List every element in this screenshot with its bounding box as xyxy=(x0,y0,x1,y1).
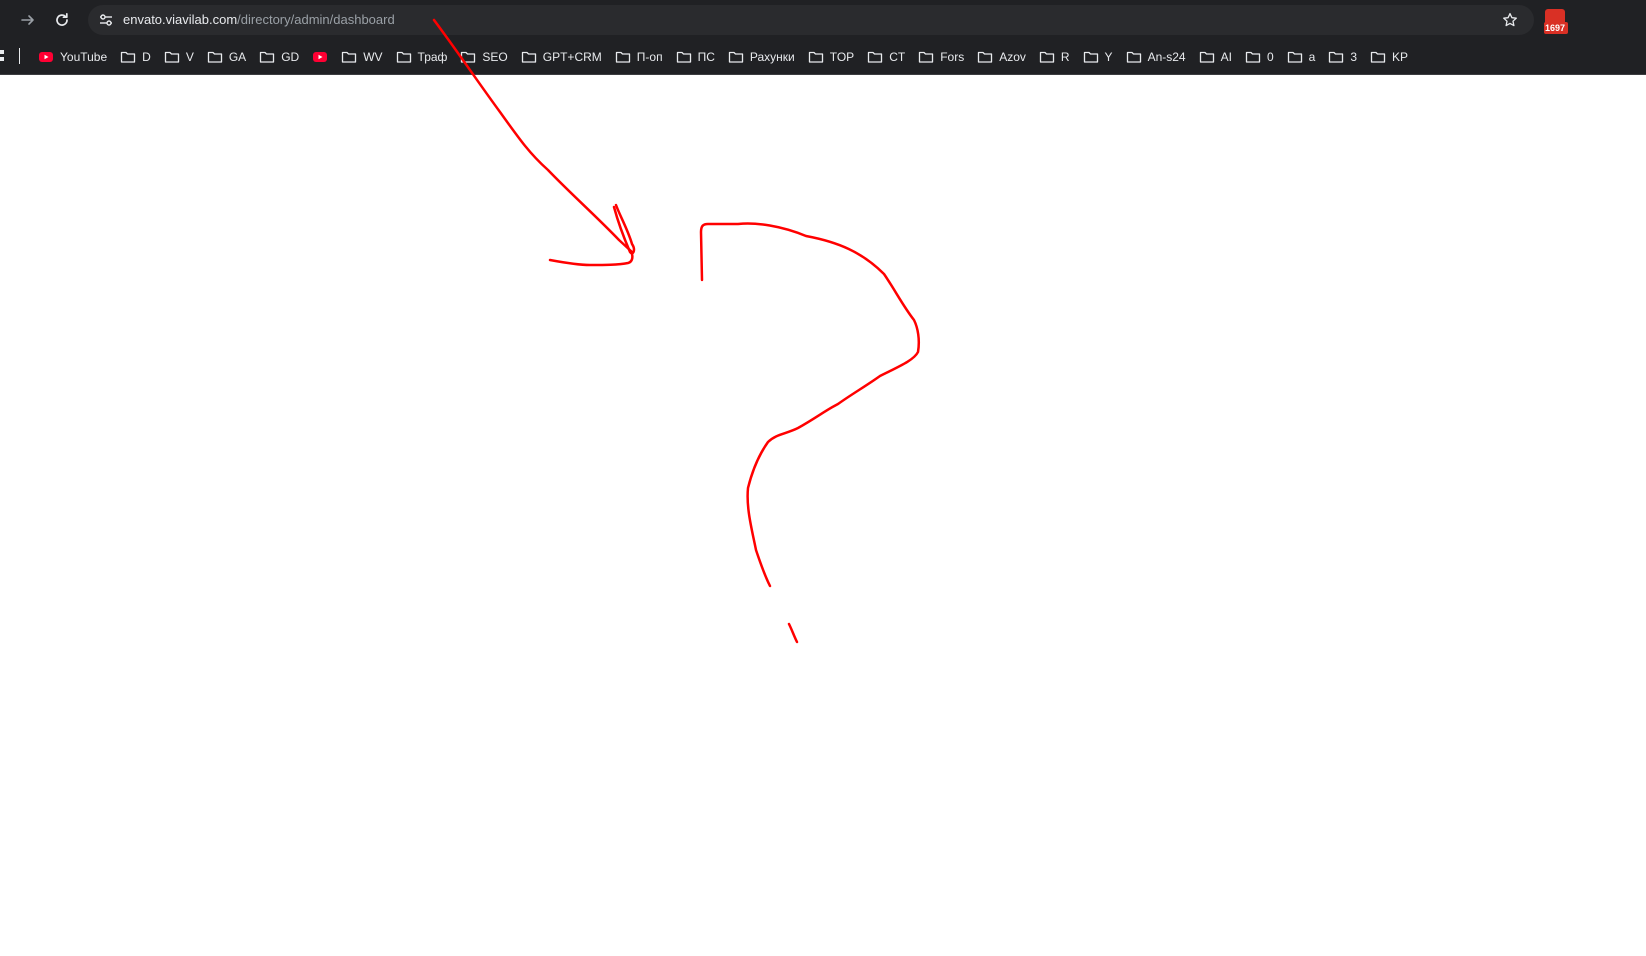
folder-icon xyxy=(1370,49,1386,65)
folder-icon xyxy=(808,49,824,65)
bookmark-label: a xyxy=(1308,50,1316,64)
bookmark-item[interactable]: TOP xyxy=(804,44,858,70)
folder-icon xyxy=(164,49,180,65)
youtube-icon xyxy=(312,49,328,65)
folder-icon xyxy=(259,49,275,65)
bookmark-item[interactable]: KP xyxy=(1366,44,1412,70)
folder-icon xyxy=(1199,49,1215,65)
bookmark-item[interactable] xyxy=(308,44,332,70)
extension-badge-count: 1697 xyxy=(1544,22,1568,34)
browser-toolbar: envato.viavilab.com/directory/admin/dash… xyxy=(0,0,1646,40)
bookmark-item[interactable]: 3 xyxy=(1324,44,1361,70)
bookmark-label: ПС xyxy=(697,50,715,64)
folder-icon xyxy=(977,49,993,65)
reload-icon[interactable] xyxy=(50,8,74,32)
folder-icon xyxy=(1126,49,1142,65)
bookmark-label: An-s24 xyxy=(1147,50,1186,64)
bookmarks-separator xyxy=(19,48,20,64)
folder-icon xyxy=(460,49,476,65)
bookmark-item[interactable]: An-s24 xyxy=(1122,44,1190,70)
bookmark-label: KP xyxy=(1392,50,1409,64)
bookmark-item[interactable]: GPT+CRM xyxy=(517,44,606,70)
folder-icon xyxy=(1039,49,1055,65)
folder-icon xyxy=(615,49,631,65)
bookmark-label: SEO xyxy=(482,50,508,64)
extension-body xyxy=(1545,9,1565,23)
folder-icon xyxy=(396,49,412,65)
bookmark-item[interactable]: a xyxy=(1283,44,1320,70)
bookmark-label: CT xyxy=(889,50,906,64)
arrow-forward-icon[interactable] xyxy=(16,8,40,32)
folder-icon xyxy=(341,49,357,65)
folder-icon xyxy=(1245,49,1261,65)
bookmark-label: R xyxy=(1060,50,1070,64)
folder-icon xyxy=(728,49,744,65)
bookmark-label: 0 xyxy=(1266,50,1274,64)
bookmark-item[interactable]: YouTube xyxy=(34,44,111,70)
page-content xyxy=(0,75,1646,956)
bookmark-label: V xyxy=(185,50,194,64)
url-path: /directory/admin/dashboard xyxy=(237,12,395,27)
bookmark-label: GPT+CRM xyxy=(542,50,602,64)
bookmark-item[interactable]: SEO xyxy=(456,44,511,70)
extension-icon[interactable]: 1697 xyxy=(1541,8,1568,34)
folder-icon xyxy=(918,49,934,65)
bookmark-label: Fors xyxy=(940,50,965,64)
bookmark-label: GD xyxy=(281,50,300,64)
bookmark-item[interactable]: 0 xyxy=(1241,44,1278,70)
bookmark-label: П-оп xyxy=(636,50,663,64)
bookmarks-bar: YouTube D V GA GD WV Траф SEO GPT+CRM П-оп ПС Рахун… xyxy=(0,40,1646,75)
folder-icon xyxy=(676,49,692,65)
bookmark-list: YouTube D V GA GD WV Траф SEO GPT+CRM П-оп ПС Рахун… xyxy=(34,40,1417,74)
bookmark-item[interactable]: GD xyxy=(255,44,303,70)
bookmark-label: AI xyxy=(1220,50,1232,64)
star-outline-icon[interactable] xyxy=(1498,8,1522,32)
bookmark-item[interactable]: R xyxy=(1035,44,1074,70)
bookmark-item[interactable]: AI xyxy=(1195,44,1236,70)
bookmark-label: Azov xyxy=(999,50,1026,64)
bookmark-item[interactable]: CT xyxy=(863,44,909,70)
folder-icon xyxy=(1328,49,1344,65)
tune-icon[interactable] xyxy=(94,8,118,32)
folder-icon xyxy=(867,49,883,65)
bookmark-item[interactable]: Fors xyxy=(914,44,968,70)
bookmark-item[interactable]: Рахунки xyxy=(724,44,799,70)
bookmark-label: 3 xyxy=(1350,50,1357,64)
address-bar[interactable]: envato.viavilab.com/directory/admin/dash… xyxy=(88,5,1534,35)
bookmark-label: WV xyxy=(363,50,383,64)
bookmark-item[interactable]: GA xyxy=(203,44,250,70)
bookmark-item[interactable]: Траф xyxy=(392,44,452,70)
url-host: envato.viavilab.com xyxy=(123,12,238,27)
bookmark-label: Y xyxy=(1104,50,1113,64)
bookmark-label: Рахунки xyxy=(749,50,795,64)
apps-icon[interactable] xyxy=(0,49,6,63)
url-text[interactable]: envato.viavilab.com/directory/admin/dash… xyxy=(123,5,395,35)
bookmark-label: GA xyxy=(228,50,247,64)
bookmark-item[interactable]: ПС xyxy=(672,44,719,70)
bookmark-item[interactable]: П-оп xyxy=(611,44,667,70)
folder-icon xyxy=(207,49,223,65)
bookmark-label: TOP xyxy=(829,50,855,64)
folder-icon xyxy=(1287,49,1303,65)
bookmark-item[interactable]: Azov xyxy=(973,44,1030,70)
folder-icon xyxy=(120,49,136,65)
bookmark-item[interactable]: V xyxy=(160,44,198,70)
youtube-icon xyxy=(38,49,54,65)
bookmark-label: Траф xyxy=(417,50,448,64)
folder-icon xyxy=(1083,49,1099,65)
bookmark-item[interactable]: WV xyxy=(337,44,386,70)
folder-icon xyxy=(521,49,537,65)
bookmark-label: YouTube xyxy=(60,50,108,64)
bookmark-label: D xyxy=(142,50,151,64)
bookmark-item[interactable]: Y xyxy=(1079,44,1117,70)
bookmark-item[interactable]: D xyxy=(116,44,155,70)
